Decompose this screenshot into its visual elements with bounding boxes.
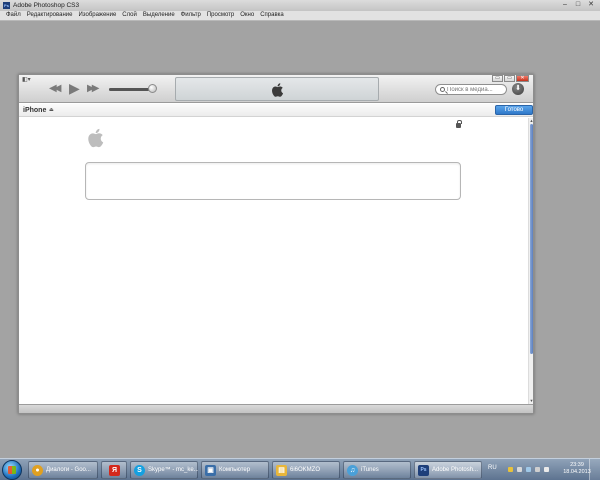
itunes-toolbar: ◧▾ ◀◀ ▶ ▶▶ ▭ ▭ ✕ ⬇: [19, 75, 533, 103]
computer-icon: ▣: [205, 465, 216, 476]
photoshop-title-bar: Ps Adobe Photoshop CS3 – □ ✕: [0, 0, 600, 11]
volume-icon[interactable]: [544, 467, 549, 472]
search-icon: [440, 87, 445, 92]
flag-icon[interactable]: [535, 467, 540, 472]
menu-filter[interactable]: Фильтр: [178, 11, 204, 20]
itunes-maximize-button[interactable]: ▭: [504, 75, 515, 82]
search-input[interactable]: [447, 85, 505, 94]
menu-edit[interactable]: Редактирование: [24, 11, 76, 20]
menu-view[interactable]: Просмотр: [204, 11, 237, 20]
language-indicator[interactable]: RU: [488, 465, 497, 471]
scroll-up-icon[interactable]: ▲: [529, 118, 534, 123]
minimize-button[interactable]: –: [560, 1, 570, 9]
photoshop-window-title: Adobe Photoshop CS3: [13, 2, 80, 9]
taskbar-app-label: Диалоги - Goo...: [46, 467, 91, 473]
tray-app-icon[interactable]: [517, 467, 522, 472]
taskbar-app-yandex[interactable]: Я: [101, 461, 127, 479]
menu-file[interactable]: Файл: [3, 11, 24, 20]
photoshop-app-icon: Ps: [3, 2, 10, 9]
downloads-icon[interactable]: ⬇: [512, 83, 524, 95]
scroll-down-icon[interactable]: ▼: [529, 398, 534, 403]
device-name[interactable]: iPhone: [23, 105, 46, 116]
eject-icon[interactable]: ⏏: [49, 107, 54, 113]
clock[interactable]: 23:39 18.04.2013: [562, 462, 592, 476]
taskbar-app-photoshop[interactable]: Ps Adobe Photosh...: [414, 461, 482, 479]
volume-level: [109, 88, 149, 91]
vertical-scrollbar[interactable]: ▲ ▼: [528, 118, 533, 404]
skype-icon: S: [134, 465, 145, 476]
taskbar-app-label: 6i6OKMZO: [290, 467, 321, 473]
done-button[interactable]: Готово: [495, 105, 533, 115]
chrome-icon: ●: [32, 465, 43, 476]
status-display: [175, 77, 379, 101]
monitor-icon[interactable]: [526, 467, 531, 472]
taskbar-app-itunes[interactable]: ♫ iTunes: [343, 461, 411, 479]
close-button[interactable]: ✕: [586, 1, 596, 9]
photoshop-icon: Ps: [418, 465, 429, 476]
network-icon[interactable]: [508, 467, 513, 472]
itunes-window-controls: ▭ ▭ ✕: [492, 75, 529, 82]
photoshop-window-controls: – □ ✕: [560, 1, 596, 9]
mini-player-button[interactable]: ▭: [492, 75, 503, 82]
apple-icon: [272, 83, 284, 97]
itunes-close-button[interactable]: ✕: [516, 75, 529, 82]
taskbar-app-label: Adobe Photosh...: [432, 467, 479, 473]
menu-window[interactable]: Окно: [237, 11, 257, 20]
itunes-window: ◧▾ ◀◀ ▶ ▶▶ ▭ ▭ ✕ ⬇ iPhone ⏏ Готово: [18, 74, 534, 414]
next-track-button[interactable]: ▶▶: [87, 83, 100, 94]
taskbar-app-label: Skype™ - mc_ke...: [148, 467, 198, 473]
menu-help[interactable]: Справка: [257, 11, 287, 20]
itunes-icon: ♫: [347, 465, 358, 476]
taskbar-app-skype[interactable]: S Skype™ - mc_ke...: [130, 461, 198, 479]
content-area: [19, 118, 528, 404]
menu-image[interactable]: Изображение: [75, 11, 119, 20]
clock-date: 18.04.2013: [563, 469, 591, 475]
taskbar-app-label: Компьютер: [219, 467, 251, 473]
taskbar: ● Диалоги - Goo... Я S Skype™ - mc_ke...…: [0, 458, 600, 480]
scroll-thumb[interactable]: [530, 124, 533, 354]
taskbar-app-chrome[interactable]: ● Диалоги - Goo...: [28, 461, 98, 479]
device-navbar: iPhone ⏏ Готово: [19, 104, 533, 117]
lock-icon: [456, 120, 462, 128]
play-button[interactable]: ▶: [69, 80, 80, 97]
photoshop-menu-bar: Файл Редактирование Изображение Слой Выд…: [0, 11, 600, 21]
content-field[interactable]: [85, 162, 461, 200]
menu-layer[interactable]: Слой: [119, 11, 140, 20]
start-button[interactable]: [2, 460, 22, 480]
volume-slider[interactable]: [109, 88, 153, 91]
yandex-icon: Я: [109, 465, 120, 476]
taskbar-app-computer[interactable]: ▣ Компьютер: [201, 461, 269, 479]
taskbar-app-folder[interactable]: ▤ 6i6OKMZO: [272, 461, 340, 479]
folder-icon: ▤: [276, 465, 287, 476]
clock-time: 23:39: [570, 462, 584, 468]
menu-toggle-icon[interactable]: ◧▾: [22, 76, 31, 83]
menu-select[interactable]: Выделение: [140, 11, 178, 20]
taskbar-app-label: iTunes: [361, 467, 379, 473]
maximize-button[interactable]: □: [573, 1, 583, 9]
previous-track-button[interactable]: ◀◀: [49, 83, 62, 94]
volume-knob[interactable]: [148, 84, 157, 93]
system-tray: RU 23:39 18.04.2013: [484, 461, 598, 479]
show-desktop-button[interactable]: [589, 459, 600, 480]
apple-icon: [88, 128, 104, 148]
search-box[interactable]: [435, 84, 507, 95]
itunes-status-bar: [19, 404, 533, 413]
